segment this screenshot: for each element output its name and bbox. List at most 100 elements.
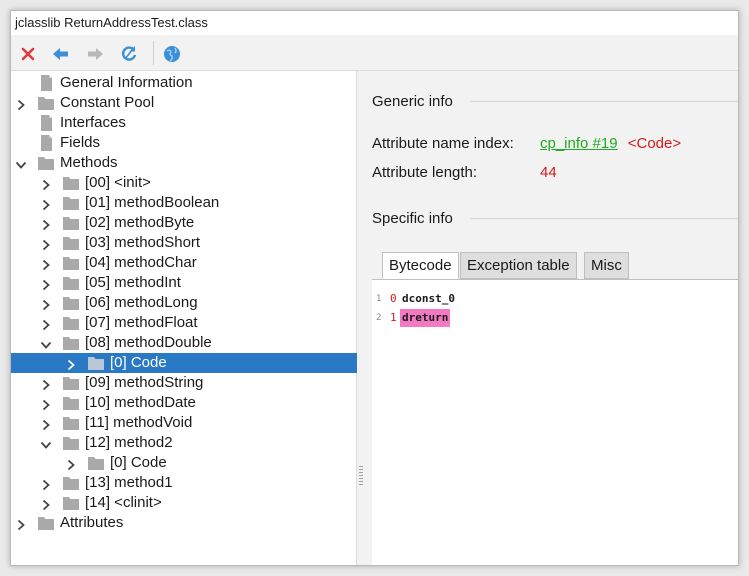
tree-row-label: General Information bbox=[60, 74, 193, 91]
section-divider bbox=[470, 218, 738, 219]
tree-row[interactable]: [03] methodShort bbox=[11, 233, 357, 253]
cp-info-link[interactable]: cp_info #19 bbox=[540, 135, 618, 152]
tree-row-label: [09] methodString bbox=[85, 374, 204, 391]
tab-misc[interactable]: Misc bbox=[584, 252, 629, 279]
app-window: jclasslib ReturnAddressTest.class Genera… bbox=[10, 10, 739, 566]
expand-arrow-icon[interactable] bbox=[40, 297, 52, 311]
expand-arrow-icon[interactable] bbox=[65, 457, 77, 471]
tree-row-label: [13] method1 bbox=[85, 474, 173, 491]
expand-arrow-icon[interactable] bbox=[40, 377, 52, 391]
tree-row-label: Interfaces bbox=[60, 114, 126, 131]
expand-arrow-icon[interactable] bbox=[40, 317, 52, 331]
reload-button[interactable] bbox=[118, 43, 140, 65]
specific-info-title: Specific info bbox=[372, 210, 453, 227]
bytecode-listing[interactable]: 1 0 dconst_0 2 1 dreturn bbox=[372, 279, 738, 565]
folder-icon bbox=[62, 215, 80, 231]
forward-button[interactable] bbox=[84, 43, 106, 65]
toolbar-separator bbox=[153, 41, 154, 65]
folder-icon bbox=[62, 475, 80, 491]
folder-icon bbox=[62, 275, 80, 291]
tree-row-label: [01] methodBoolean bbox=[85, 194, 220, 211]
tree-row-label: [03] methodShort bbox=[85, 234, 201, 251]
expand-arrow-icon[interactable] bbox=[40, 197, 52, 211]
expand-arrow-icon[interactable] bbox=[40, 217, 52, 231]
tree-row[interactable]: [07] methodFloat bbox=[11, 313, 357, 333]
folder-icon bbox=[37, 155, 55, 171]
tree-row-label: Constant Pool bbox=[60, 94, 155, 111]
tree-row[interactable]: Constant Pool bbox=[11, 93, 357, 113]
expand-arrow-icon[interactable] bbox=[40, 257, 52, 271]
toolbar bbox=[11, 35, 738, 71]
attribute-length-value: 44 bbox=[540, 164, 557, 181]
attribute-name-text: <Code> bbox=[627, 135, 682, 152]
window-title: jclasslib ReturnAddressTest.class bbox=[15, 15, 208, 30]
collapse-arrow-icon[interactable] bbox=[15, 157, 27, 169]
bytecode-instruction-highlighted: dreturn bbox=[400, 309, 451, 327]
folder-icon bbox=[37, 95, 55, 111]
generic-info-title: Generic info bbox=[372, 93, 453, 110]
folder-icon bbox=[87, 455, 105, 471]
folder-icon bbox=[62, 435, 80, 451]
collapse-arrow-icon[interactable] bbox=[40, 337, 52, 349]
tree-row[interactable]: [11] methodVoid bbox=[11, 413, 357, 433]
tab-bytecode[interactable]: Bytecode bbox=[382, 252, 459, 279]
tree-row[interactable]: [00] <init> bbox=[11, 173, 357, 193]
close-button[interactable] bbox=[17, 43, 39, 65]
tree-row-label: [14] <clinit> bbox=[85, 494, 162, 511]
tree-row[interactable]: [13] method1 bbox=[11, 473, 357, 493]
tree-row-label: Attributes bbox=[60, 514, 124, 531]
expand-arrow-icon[interactable] bbox=[40, 177, 52, 191]
expand-arrow-icon[interactable] bbox=[15, 517, 27, 531]
class-structure-tree: General Information Constant Pool Interfac… bbox=[11, 71, 357, 565]
tree-row[interactable]: [10] methodDate bbox=[11, 393, 357, 413]
tree-row[interactable]: Attributes bbox=[11, 513, 357, 533]
tree-row[interactable]: [0] Code bbox=[11, 353, 357, 373]
tree-row-label: [00] <init> bbox=[85, 174, 151, 191]
folder-icon bbox=[62, 315, 80, 331]
tree-row[interactable]: Fields bbox=[11, 133, 357, 153]
back-button[interactable] bbox=[50, 43, 72, 65]
expand-arrow-icon[interactable] bbox=[15, 97, 27, 111]
folder-icon bbox=[62, 415, 80, 431]
tree-row-label: [10] methodDate bbox=[85, 394, 196, 411]
tree-row-label: [11] methodVoid bbox=[85, 414, 193, 431]
expand-arrow-icon[interactable] bbox=[40, 397, 52, 411]
tree-row[interactable]: Interfaces bbox=[11, 113, 357, 133]
title-bar: jclasslib ReturnAddressTest.class bbox=[11, 11, 738, 35]
expand-arrow-icon[interactable] bbox=[40, 497, 52, 511]
folder-icon bbox=[62, 195, 80, 211]
detail-pane: Generic info Attribute name index: cp_in… bbox=[372, 71, 738, 565]
expand-arrow-icon[interactable] bbox=[65, 357, 77, 371]
expand-arrow-icon[interactable] bbox=[40, 477, 52, 491]
close-x-icon bbox=[21, 47, 35, 61]
tree-row[interactable]: [01] methodBoolean bbox=[11, 193, 357, 213]
folder-icon bbox=[62, 295, 80, 311]
arrow-left-icon bbox=[53, 48, 68, 60]
tree-row[interactable]: General Information bbox=[11, 73, 357, 93]
tree-row-label: [0] Code bbox=[110, 454, 167, 471]
tree-row[interactable]: [06] methodLong bbox=[11, 293, 357, 313]
folder-icon bbox=[62, 335, 80, 351]
tree-row[interactable]: [05] methodInt bbox=[11, 273, 357, 293]
tree-row-label: [02] methodByte bbox=[85, 214, 195, 231]
expand-arrow-icon[interactable] bbox=[40, 277, 52, 291]
browser-button[interactable] bbox=[161, 43, 183, 65]
tree-row[interactable]: [12] method2 bbox=[11, 433, 357, 453]
tree-row-label: [05] methodInt bbox=[85, 274, 181, 291]
tree-row-label: [12] method2 bbox=[85, 434, 173, 451]
tree-row[interactable]: [0] Code bbox=[11, 453, 357, 473]
expand-arrow-icon[interactable] bbox=[40, 417, 52, 431]
tree-row[interactable]: [04] methodChar bbox=[11, 253, 357, 273]
tree-row[interactable]: [08] methodDouble bbox=[11, 333, 357, 353]
splitter-handle[interactable] bbox=[359, 466, 363, 486]
tree-row-label: [07] methodFloat bbox=[85, 314, 198, 331]
folder-icon bbox=[62, 495, 80, 511]
tree-row[interactable]: [02] methodByte bbox=[11, 213, 357, 233]
expand-arrow-icon[interactable] bbox=[40, 237, 52, 251]
tree-row[interactable]: [09] methodString bbox=[11, 373, 357, 393]
tree-row[interactable]: [14] <clinit> bbox=[11, 493, 357, 513]
collapse-arrow-icon[interactable] bbox=[40, 437, 52, 449]
tab-exception-table[interactable]: Exception table bbox=[460, 252, 577, 279]
folder-icon bbox=[62, 255, 80, 271]
tree-row[interactable]: Methods bbox=[11, 153, 357, 173]
